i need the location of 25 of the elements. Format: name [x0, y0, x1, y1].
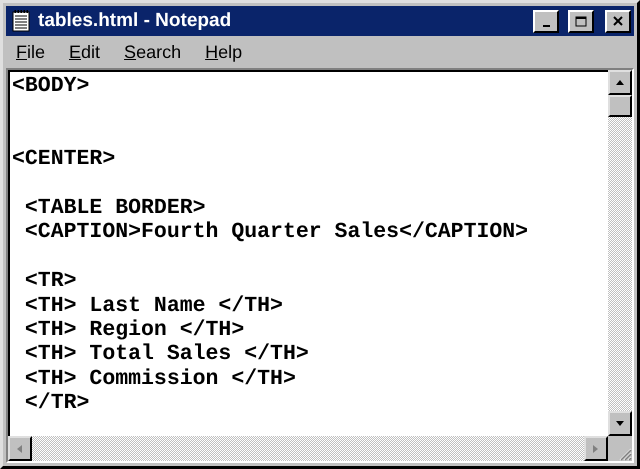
scroll-up-button[interactable] [608, 70, 632, 95]
menu-item[interactable]: Search [124, 42, 182, 62]
code-text: <BODY> <CENTER> <TABLE BORDER> <CAPTION>Fourth Quarter Sales</CAPTION> <TR> <TH> Last Name </TH> <TH> Region </TH> <TH> Total Sales </TH> <TH> Commission </TH> </TR> [12, 74, 530, 416]
left-arrow-icon [15, 444, 25, 454]
minimize-button[interactable] [533, 10, 559, 32]
window-title: tables.html - Notepad [38, 10, 232, 32]
horizontal-scrollbar[interactable] [8, 436, 608, 461]
down-arrow-icon [615, 418, 625, 428]
close-button[interactable] [605, 10, 631, 32]
scroll-right-button[interactable] [584, 436, 608, 461]
menu-item[interactable]: Edit [69, 42, 100, 62]
vertical-scrollbar[interactable] [608, 70, 632, 436]
maximize-icon [575, 16, 587, 26]
scroll-left-button[interactable] [8, 436, 32, 461]
maximize-button[interactable] [568, 10, 594, 32]
up-arrow-icon [615, 78, 625, 88]
menu-item[interactable]: Help [205, 42, 242, 62]
scroll-down-button[interactable] [608, 411, 632, 436]
close-icon [613, 16, 623, 26]
text-area[interactable]: <BODY> <CENTER> <TABLE BORDER> <CAPTION>Fourth Quarter Sales</CAPTION> <TR> <TH> Last Name </TH> <TH> Region </TH> <TH> Total Sales </TH> <TH> Commission </TH> </TR> [8, 70, 608, 436]
menu-item[interactable]: File [16, 42, 46, 62]
minimize-icon [542, 25, 550, 27]
notepad-icon [12, 10, 30, 32]
resize-grip-icon[interactable] [618, 447, 632, 461]
scroll-thumb[interactable] [608, 95, 632, 117]
